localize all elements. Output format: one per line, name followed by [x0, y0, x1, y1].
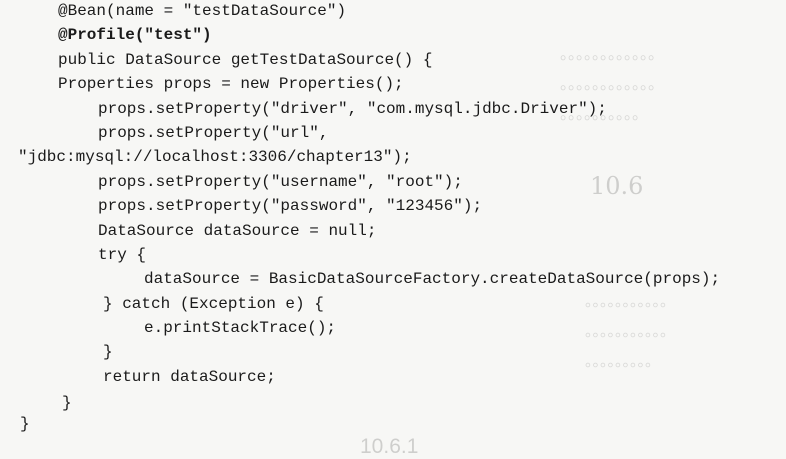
code-listing: @Bean(name = "testDataSource") @Profile(…: [0, 0, 786, 439]
code-line: props.setProperty("password", "123456");: [98, 197, 483, 216]
code-line: "jdbc:mysql://localhost:3306/chapter13")…: [18, 148, 412, 167]
code-line: @Bean(name = "testDataSource"): [58, 2, 347, 20]
code-line: public DataSource getTestDataSource() {: [58, 50, 433, 69]
code-line: Properties props = new Properties();: [58, 75, 404, 94]
code-line: props.setProperty("username", "root");: [98, 172, 463, 191]
code-line: dataSource = BasicDataSourceFactory.crea…: [144, 270, 721, 289]
code-line: return dataSource;: [103, 367, 276, 386]
code-line: try {: [98, 245, 147, 264]
code-line: }: [20, 414, 30, 433]
code-line: e.printStackTrace();: [144, 319, 337, 338]
code-line: DataSource dataSource = null;: [98, 221, 377, 240]
code-line: }: [103, 343, 113, 362]
code-line: @Profile("test"): [58, 26, 212, 45]
code-line: } catch (Exception e) {: [103, 294, 324, 313]
code-line: props.setProperty("url",: [98, 123, 329, 142]
code-line: props.setProperty("driver", "com.mysql.j…: [98, 99, 607, 118]
